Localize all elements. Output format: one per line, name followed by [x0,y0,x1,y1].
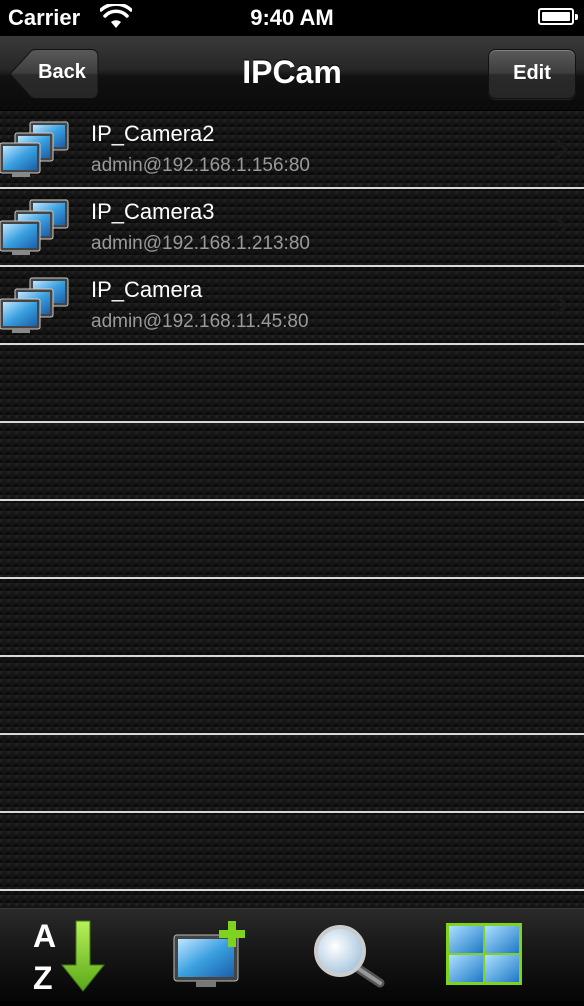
chevron-right-icon [554,215,568,239]
camera-list: IP_Camera2 admin@192.168.1.156:80 IP_Cam… [0,111,584,908]
sort-az-icon: A Z [33,918,106,996]
empty-row [0,735,584,813]
chevron-right-icon [554,293,568,317]
empty-row [0,813,584,891]
empty-row [0,579,584,657]
grid-view-button[interactable] [442,909,526,1001]
grid-view-icon [446,923,522,985]
camera-computer-icon [0,277,69,333]
camera-row[interactable]: IP_Camera admin@192.168.11.45:80 [0,267,584,345]
status-time: 9:40 AM [250,5,334,30]
camera-address: admin@192.168.11.45:80 [91,311,309,332]
empty-row [0,657,584,735]
navigation-bar: Back IPCam Edit [0,36,584,111]
status-bar: Carrier 9:40 AM [0,0,584,36]
camera-address: admin@192.168.1.156:80 [91,155,310,176]
camera-name: IP_Camera [91,277,203,302]
search-icon [314,925,385,988]
empty-row [0,423,584,501]
battery-icon [538,8,578,25]
add-camera-icon [173,921,245,987]
edit-button[interactable]: Edit [488,49,576,99]
sort-button[interactable]: A Z [30,909,110,1001]
chevron-right-icon [554,137,568,161]
search-button[interactable] [306,909,386,1001]
camera-address: admin@192.168.1.213:80 [91,233,310,254]
camera-row[interactable]: IP_Camera2 admin@192.168.1.156:80 [0,111,584,189]
empty-row [0,345,584,423]
camera-row[interactable]: IP_Camera3 admin@192.168.1.213:80 [0,189,584,267]
camera-computer-icon [0,199,69,255]
bottom-toolbar: A Z [0,908,584,1001]
camera-computer-icon [0,121,69,177]
camera-name: IP_Camera2 [91,121,215,146]
camera-name: IP_Camera3 [91,199,215,224]
empty-row [0,501,584,579]
edit-label: Edit [513,62,551,84]
svg-text:A: A [33,918,56,954]
svg-text:Z: Z [33,960,53,996]
add-camera-button[interactable] [170,909,254,1001]
